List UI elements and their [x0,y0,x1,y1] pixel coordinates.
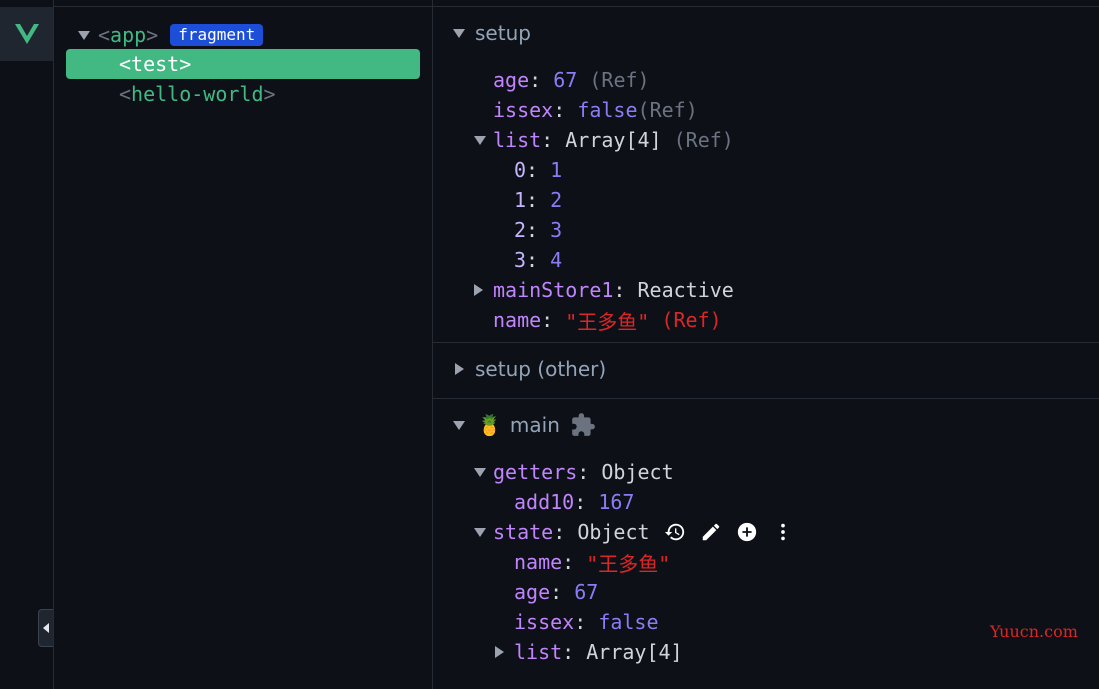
prop-issex[interactable]: issex: false (Ref) [493,95,698,125]
history-icon[interactable] [664,521,686,543]
item-value: 3 [550,218,563,242]
tag-close-bracket: > [179,52,192,76]
tag-close-bracket: > [263,82,276,106]
section-divider [433,398,1099,399]
prop-state-name[interactable]: name: "王多鱼" [514,547,670,577]
row-actions [664,521,794,543]
prop-value: false [598,610,659,634]
tag-open-bracket: < [119,52,132,76]
list-item[interactable]: 0: 1 [514,155,562,185]
expand-triangle-icon[interactable] [495,646,504,658]
prop-state-issex[interactable]: issex: false [514,607,659,637]
watermark-text: Yuucn.com [990,622,1078,641]
tag-name: app [110,23,147,47]
item-index: 0 [514,158,527,182]
item-value: 4 [550,248,563,272]
collapse-triangle-icon[interactable] [453,28,465,38]
vue-logo-icon [14,24,39,44]
edit-pencil-icon[interactable] [700,521,722,543]
prop-state-list[interactable]: list: Array[4] [495,637,683,667]
tree-node-hello-world[interactable]: < hello-world > [119,79,276,109]
prop-value: 67 [574,580,599,604]
item-index: 2 [514,218,527,242]
expand-triangle-icon[interactable] [455,363,464,375]
prop-key: add10 [514,490,575,514]
prop-getters[interactable]: getters: Object [474,457,674,487]
item-value: 1 [550,158,563,182]
collapse-triangle-icon[interactable] [474,135,486,145]
collapse-triangle-icon[interactable] [474,467,486,477]
prop-name[interactable]: name: "王多鱼" (Ref) [493,305,722,335]
section-title: setup [475,21,531,45]
prop-add10[interactable]: add10: 167 [514,487,634,517]
collapse-triangle-icon[interactable] [474,527,486,537]
prop-value: 167 [598,490,635,514]
section-title-group: 🍍 main [477,412,596,438]
prop-list[interactable]: list: Array[4] (Ref) [474,125,734,155]
tag-close-bracket: > [146,23,159,47]
prop-key: name [514,550,563,574]
item-index: 3 [514,248,527,272]
ref-label: (Ref) [661,308,722,332]
ref-label: (Ref) [637,98,698,122]
list-item[interactable]: 2: 3 [514,215,562,245]
prop-value: Object [601,460,674,484]
expand-triangle-icon[interactable] [78,30,90,40]
prop-value: 67 [553,68,578,92]
prop-value: Array[4] [565,128,662,152]
prop-value: false [577,98,638,122]
prop-value: "王多鱼" [586,551,671,576]
state-inspector: setup age: 67 (Ref) issex: false (Ref) li… [433,7,1099,689]
prop-value: Array[4] [586,640,683,664]
prop-mainstore1[interactable]: mainStore1: Reactive [474,275,734,305]
vue-logo-tab[interactable] [0,7,53,61]
tag-open-bracket: < [119,82,132,106]
puzzle-piece-icon [572,413,595,436]
item-index: 1 [514,188,527,212]
prop-value: Reactive [637,278,734,302]
tag-name: hello-world [131,82,264,106]
section-title: main [509,413,560,437]
prop-key: mainStore1 [493,278,614,302]
prop-key: list [493,128,542,152]
prop-value: Object [577,520,650,544]
prop-state-age[interactable]: age: 67 [514,577,598,607]
section-title: setup (other) [475,357,607,381]
ref-label: (Ref) [589,68,650,92]
list-item[interactable]: 1: 2 [514,185,562,215]
prop-key: issex [514,610,575,634]
item-value: 2 [550,188,563,212]
tree-node-test[interactable]: < test > [66,49,420,79]
add-circle-icon[interactable] [736,521,758,543]
list-item[interactable]: 3: 4 [514,245,562,275]
prop-key: age [493,68,530,92]
prop-value: "王多鱼" [565,309,650,334]
component-tree: < app > fragment < test > < hello-world > [54,7,432,689]
more-vert-icon[interactable] [772,521,794,543]
tag-open-bracket: < [98,23,111,47]
collapse-sidebar-button[interactable] [38,609,53,647]
fragment-badge: fragment [170,24,264,46]
prop-key: getters [493,460,578,484]
section-divider [433,342,1099,343]
tree-node-app[interactable]: < app > fragment [78,20,264,50]
collapse-triangle-icon[interactable] [453,420,465,430]
prop-key: state [493,520,554,544]
prop-key: issex [493,98,554,122]
ref-label: (Ref) [673,128,734,152]
devtools-sidebar [0,0,54,689]
prop-age[interactable]: age: 67 (Ref) [493,65,650,95]
chevron-left-icon [43,623,49,633]
prop-key: name [493,308,542,332]
expand-triangle-icon[interactable] [474,284,483,296]
prop-state[interactable]: state: Object [474,517,794,547]
prop-key: age [514,580,551,604]
tag-name: test [131,52,180,76]
prop-key: list [514,640,563,664]
pineapple-icon: 🍍 [477,413,502,437]
